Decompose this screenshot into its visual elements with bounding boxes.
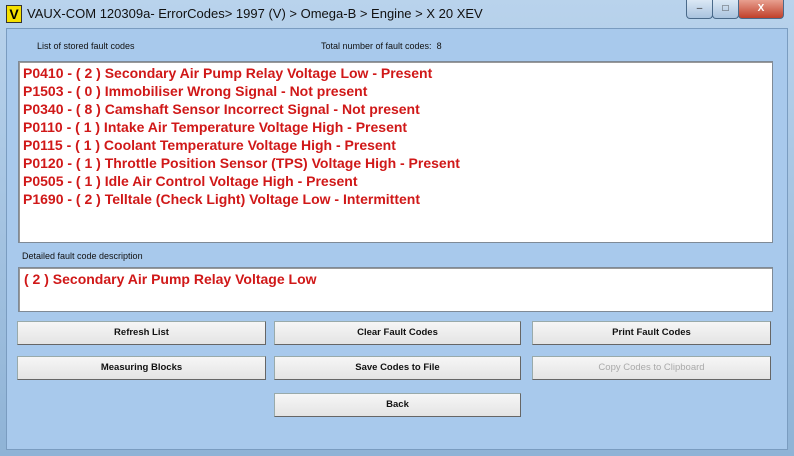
application-window: V VAUX-COM 120309a- ErrorCodes> 1997 (V)… xyxy=(0,0,794,456)
title-bar[interactable]: V VAUX-COM 120309a- ErrorCodes> 1997 (V)… xyxy=(0,0,794,28)
fault-item[interactable]: P1503 - ( 0 ) Immobiliser Wrong Signal -… xyxy=(23,82,768,100)
fault-item[interactable]: P0110 - ( 1 ) Intake Air Temperature Vol… xyxy=(23,118,768,136)
fault-item[interactable]: P1690 - ( 2 ) Telltale (Check Light) Vol… xyxy=(23,190,768,208)
fault-item[interactable]: P0120 - ( 1 ) Throttle Position Sensor (… xyxy=(23,154,768,172)
maximize-button[interactable]: □ xyxy=(712,0,739,19)
fault-code-list[interactable]: P0410 - ( 2 ) Secondary Air Pump Relay V… xyxy=(18,61,773,243)
fault-description-box[interactable]: ( 2 ) Secondary Air Pump Relay Voltage L… xyxy=(18,267,773,312)
app-logo-icon: V xyxy=(6,5,22,23)
clear-fault-codes-button[interactable]: Clear Fault Codes xyxy=(274,321,521,345)
minimize-button[interactable]: – xyxy=(686,0,713,19)
close-button[interactable]: X xyxy=(738,0,784,19)
print-fault-codes-button[interactable]: Print Fault Codes xyxy=(532,321,771,345)
fault-list-label: List of stored fault codes xyxy=(37,41,135,51)
total-label-text: Total number of fault codes: xyxy=(321,41,432,51)
detail-label: Detailed fault code description xyxy=(22,251,143,261)
fault-description-text: ( 2 ) Secondary Air Pump Relay Voltage L… xyxy=(24,271,317,287)
window-title: VAUX-COM 120309a- ErrorCodes> 1997 (V) >… xyxy=(27,6,483,21)
fault-item[interactable]: P0115 - ( 1 ) Coolant Temperature Voltag… xyxy=(23,136,768,154)
back-button[interactable]: Back xyxy=(274,393,521,417)
fault-item[interactable]: P0410 - ( 2 ) Secondary Air Pump Relay V… xyxy=(23,64,768,82)
refresh-list-button[interactable]: Refresh List xyxy=(17,321,266,345)
total-count: 8 xyxy=(436,41,442,51)
total-faults-label: Total number of fault codes: 8 xyxy=(321,41,442,51)
fault-item[interactable]: P0340 - ( 8 ) Camshaft Sensor Incorrect … xyxy=(23,100,768,118)
fault-item[interactable]: P0505 - ( 1 ) Idle Air Control Voltage H… xyxy=(23,172,768,190)
copy-to-clipboard-button: Copy Codes to Clipboard xyxy=(532,356,771,380)
client-area: List of stored fault codes Total number … xyxy=(6,28,788,450)
measuring-blocks-button[interactable]: Measuring Blocks xyxy=(17,356,266,380)
save-codes-button[interactable]: Save Codes to File xyxy=(274,356,521,380)
